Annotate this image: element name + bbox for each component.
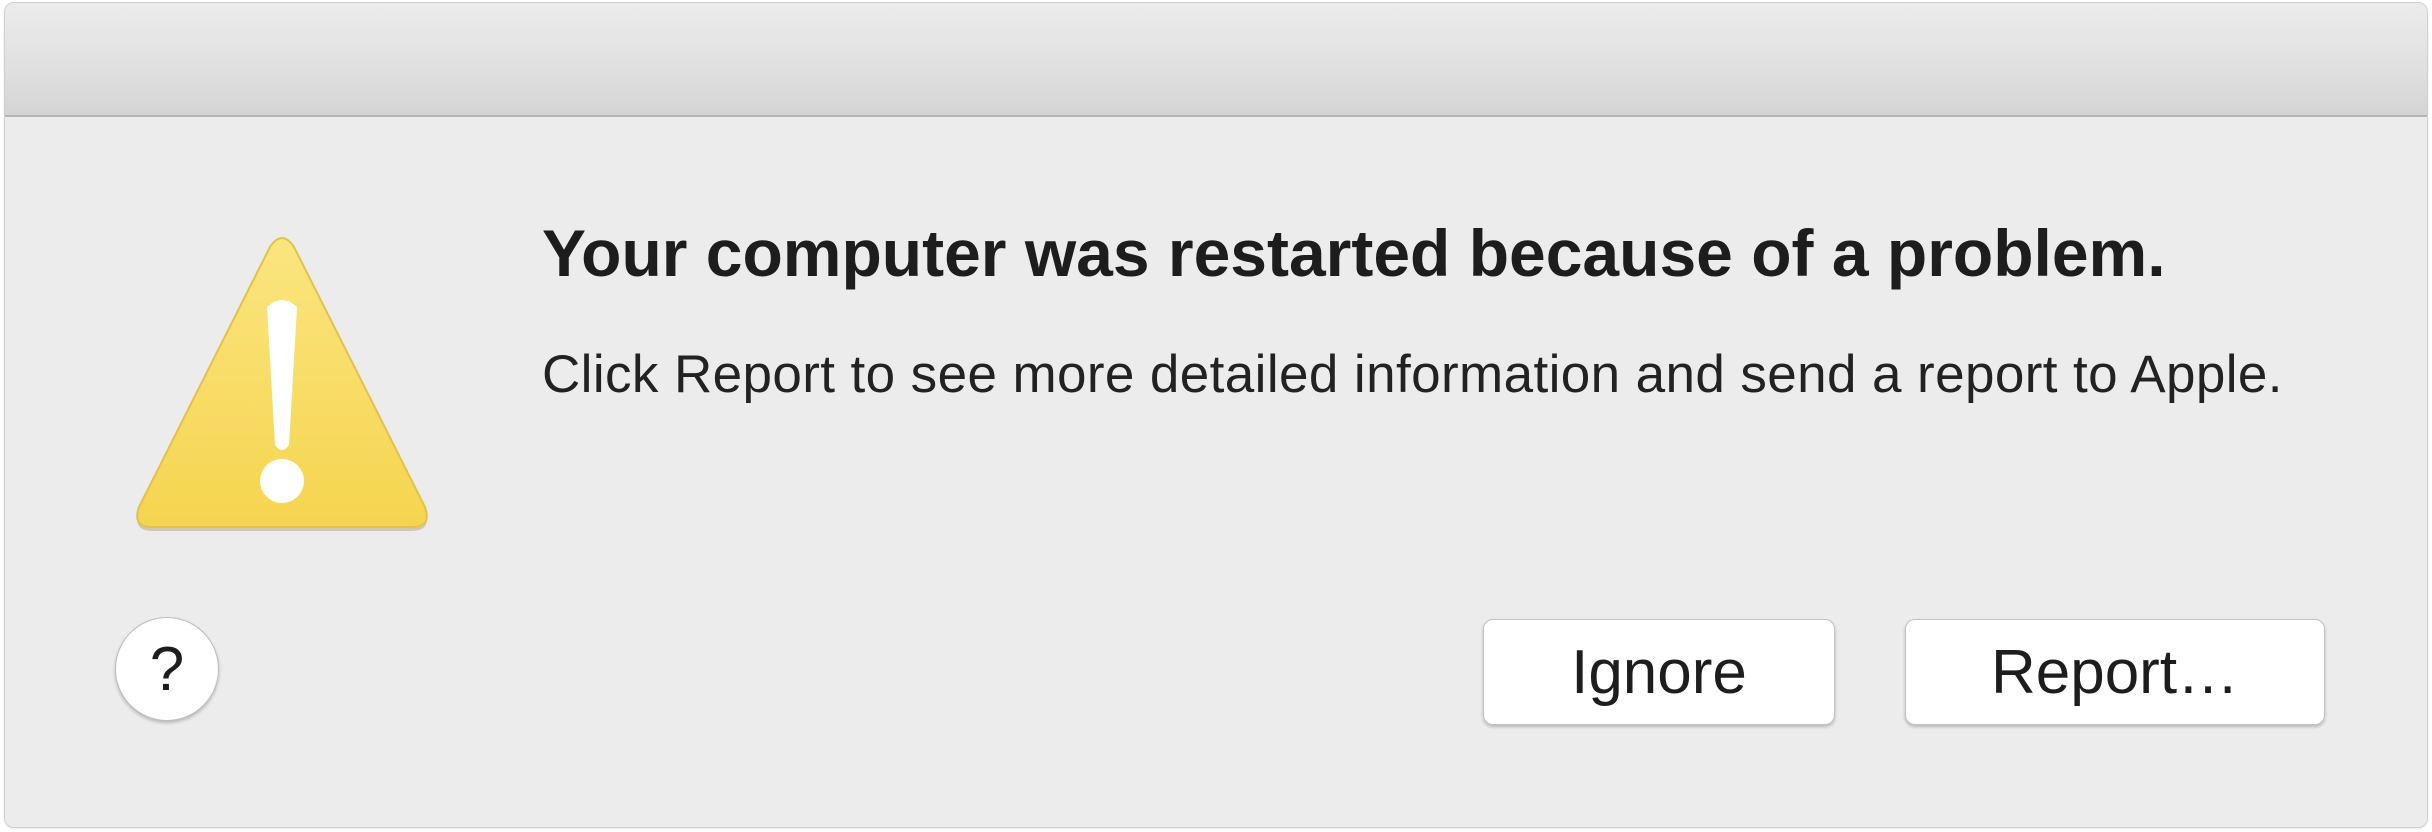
ignore-button[interactable]: Ignore <box>1483 619 1835 725</box>
alert-title: Your computer was restarted because of a… <box>542 216 2166 290</box>
title-bar[interactable] <box>5 3 2427 117</box>
warning-icon <box>127 227 437 537</box>
report-button[interactable]: Report… <box>1905 619 2325 725</box>
help-button[interactable]: ? <box>115 617 219 721</box>
alert-message: Click Report to see more detailed inform… <box>542 345 2283 404</box>
alert-dialog: Your computer was restarted because of a… <box>4 2 2428 828</box>
